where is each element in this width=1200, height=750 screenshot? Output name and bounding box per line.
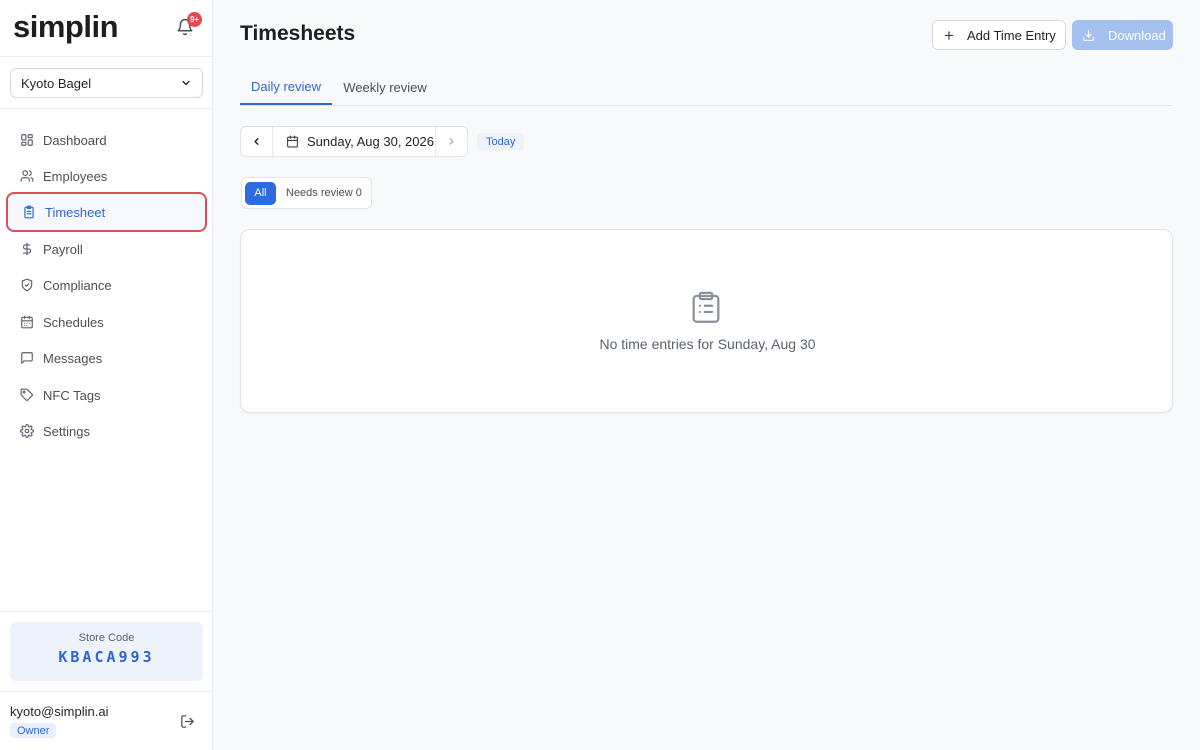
tab-weekly-review[interactable]: Weekly review (340, 70, 430, 105)
sidebar-item-label: Messages (43, 350, 103, 366)
filter-needs-review-button[interactable]: Needs review 0 (286, 187, 362, 199)
add-time-entry-button[interactable]: + Add Time Entry (932, 20, 1066, 50)
role-badge: Owner (10, 723, 57, 738)
sidebar-item-compliance[interactable]: Compliance (6, 265, 207, 305)
clipboard-list-icon (692, 291, 720, 323)
clipboard-icon (24, 205, 34, 219)
filter-all-button[interactable]: All (245, 181, 276, 205)
empty-state-card: No time entries for Sunday, Aug 30 (240, 229, 1173, 413)
add-time-entry-label: Add Time Entry (966, 27, 1056, 43)
date-navigator: Sunday, Aug 30, 2026 (240, 126, 468, 157)
sidebar-divider (0, 108, 212, 109)
sidebar-item-label: Timesheet (45, 204, 106, 220)
sidebar-item-label: NFC Tags (43, 387, 101, 403)
sidebar: simplin 9+ Kyoto Bagel Dashboard Employe… (0, 0, 213, 750)
user-email: kyoto@simplin.ai (10, 704, 109, 719)
gear-icon (20, 424, 34, 438)
download-icon (1083, 29, 1094, 41)
tab-daily-review[interactable]: Daily review (240, 70, 332, 105)
review-tabs: Daily review Weekly review (240, 70, 1173, 106)
store-code-value: KBACA993 (58, 648, 155, 666)
sidebar-item-label: Settings (43, 423, 90, 439)
sidebar-item-settings[interactable]: Settings (6, 411, 207, 451)
chevron-left-icon (254, 138, 259, 145)
sidebar-item-messages[interactable]: Messages (6, 338, 207, 378)
chevron-down-icon (182, 80, 190, 86)
shield-icon (21, 278, 33, 292)
notification-badge: 9+ (187, 12, 202, 27)
next-day-button[interactable] (436, 127, 467, 156)
logout-icon[interactable] (180, 714, 195, 729)
sidebar-item-dashboard[interactable]: Dashboard (6, 120, 207, 160)
sidebar-item-label: Employees (43, 168, 108, 184)
dollar-icon (22, 242, 32, 256)
store-selector[interactable]: Kyoto Bagel (10, 68, 203, 98)
sidebar-item-label: Payroll (43, 241, 83, 257)
empty-state-message: No time entries for Sunday, Aug 30 (599, 336, 816, 352)
sidebar-item-schedules[interactable]: Schedules (6, 302, 207, 342)
main-content: Timesheets + Add Time Entry Download Dai… (213, 0, 1200, 750)
calendar-icon (287, 135, 298, 148)
date-picker[interactable]: Sunday, Aug 30, 2026 (273, 134, 435, 149)
sidebar-item-payroll[interactable]: Payroll (6, 229, 207, 269)
sidebar-divider (0, 611, 212, 612)
store-code-label: Store Code (78, 632, 135, 644)
sidebar-item-employees[interactable]: Employees (6, 156, 207, 196)
today-button[interactable]: Today (477, 133, 525, 150)
sidebar-item-nfc-tags[interactable]: NFC Tags (6, 375, 207, 415)
review-filter: All Needs review 0 (241, 177, 372, 209)
tag-icon (20, 388, 33, 401)
calendar-icon (21, 315, 33, 329)
brand-row: simplin 9+ (0, 0, 212, 57)
prev-day-button[interactable] (241, 127, 272, 156)
dashboard-icon (21, 134, 33, 146)
plus-icon: + (944, 25, 954, 45)
sidebar-item-label: Dashboard (43, 132, 107, 148)
users-icon (20, 170, 34, 182)
sidebar-item-timesheet[interactable]: Timesheet (6, 192, 207, 232)
download-button[interactable]: Download (1072, 20, 1173, 50)
store-selector-value: Kyoto Bagel (21, 75, 92, 91)
sidebar-item-label: Schedules (43, 314, 104, 330)
logo: simplin (13, 9, 119, 44)
store-code-card: Store Code KBACA993 (10, 622, 203, 681)
page-title: Timesheets (240, 22, 356, 45)
sidebar-divider (0, 691, 212, 692)
sidebar-item-label: Compliance (43, 277, 112, 293)
message-icon (21, 352, 33, 364)
chevron-right-icon (449, 138, 454, 145)
selected-date: Sunday, Aug 30, 2026 (307, 134, 434, 149)
download-label: Download (1108, 27, 1166, 43)
